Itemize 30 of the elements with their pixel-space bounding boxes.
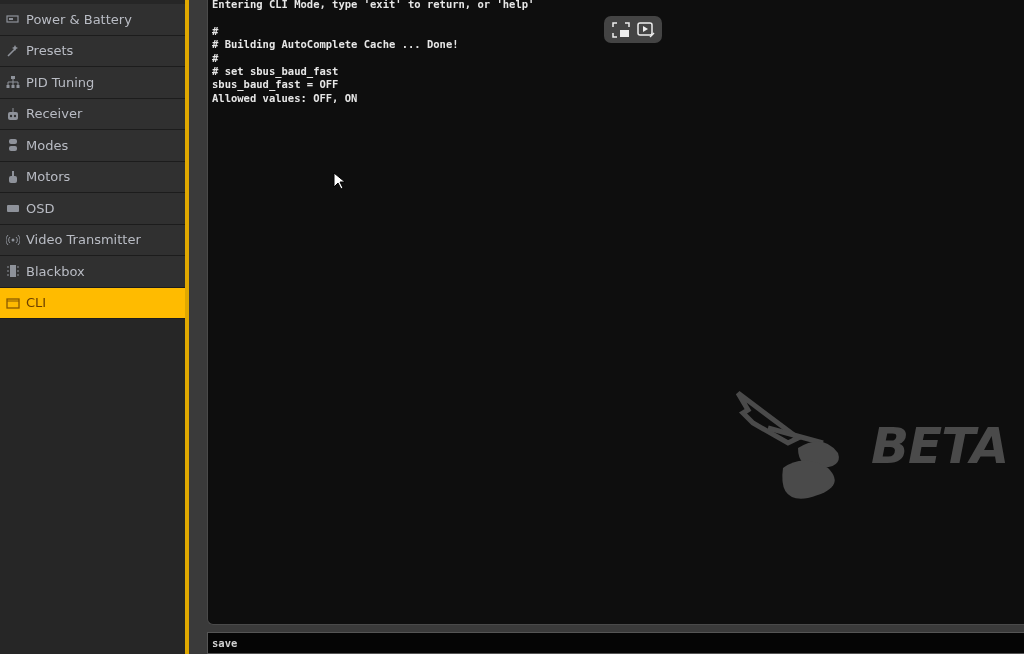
sidebar-item[interactable]: OSD	[0, 193, 185, 225]
menu-item-icon	[6, 138, 20, 153]
sidebar-item[interactable]: Modes	[0, 130, 185, 162]
console-line: Allowed values: OFF, ON	[212, 91, 358, 106]
sidebar-item[interactable]: Video Transmitter	[0, 224, 185, 256]
play-icon[interactable]	[636, 21, 655, 38]
logo-text: BETA	[871, 416, 1009, 475]
menu-item-icon	[6, 169, 20, 184]
console-line: # Building AutoComplete Cache ... Done!	[212, 38, 459, 52]
console-line: sbus_baud_fast = OFF	[212, 78, 339, 92]
menu-item-icon	[6, 43, 20, 58]
sidebar-item[interactable]: Presets	[0, 35, 185, 67]
sidebar-item[interactable]: Motors	[0, 161, 185, 193]
menu-item-icon	[6, 232, 20, 247]
console-line: #	[212, 51, 219, 65]
menu-item-icon	[6, 264, 20, 279]
sidebar-item[interactable]: PID Tuning	[0, 67, 185, 99]
command-input[interactable]: save	[207, 632, 1024, 654]
picture-in-picture-icon[interactable]	[611, 21, 630, 38]
mouse-pointer-icon	[333, 172, 345, 190]
console-line: Entering CLI Mode, type 'exit' to return, or 'help'	[212, 0, 535, 12]
console-line: # set sbus_baud_fast	[212, 64, 339, 79]
sidebar-item[interactable]: Power & Battery	[0, 4, 185, 36]
sidebar-item[interactable]: Blackbox	[0, 256, 185, 288]
menu-item-icon	[6, 106, 20, 121]
menu-item-icon	[6, 295, 20, 310]
console-line: #	[212, 24, 219, 39]
menu-item-icon	[6, 75, 20, 90]
sidebar-item[interactable]: Receiver	[0, 98, 185, 130]
sidebar-item[interactable]: CLI	[0, 287, 185, 319]
